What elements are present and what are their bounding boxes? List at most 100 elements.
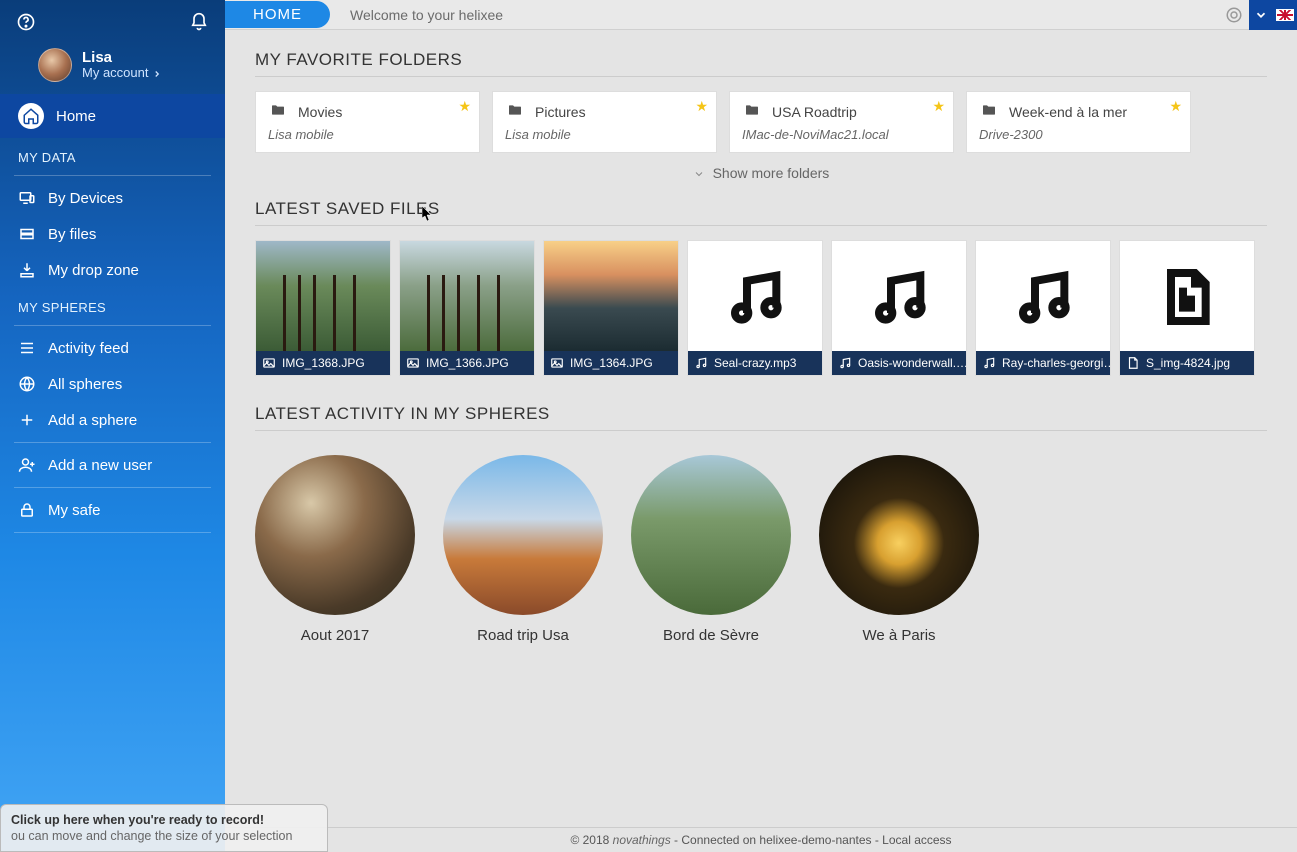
image-icon	[406, 356, 420, 370]
image-icon	[550, 356, 564, 370]
sphere-item[interactable]: Road trip Usa	[443, 455, 603, 644]
list-icon	[18, 339, 36, 357]
footer-brand: novathings	[613, 833, 671, 847]
section-spheres-label: MY SPHERES	[0, 288, 225, 321]
nav-files-label: By files	[48, 226, 96, 243]
folder-name: Movies	[298, 104, 342, 120]
lock-icon	[18, 501, 36, 519]
folder-source: Drive-2300	[979, 127, 1178, 142]
folder-icon	[268, 102, 288, 121]
star-icon: ★	[932, 98, 945, 115]
avatar	[38, 48, 72, 82]
file-name: IMG_1368.JPG	[282, 356, 365, 370]
sidebar: Lisa My account Home MY DATA By Devices …	[0, 0, 225, 852]
nav-dropzone[interactable]: My drop zone	[0, 252, 225, 288]
sphere-thumb	[631, 455, 791, 615]
folder-card[interactable]: ★ Week-end à la mer Drive-2300	[966, 91, 1191, 153]
music-small-icon	[838, 356, 852, 370]
divider	[255, 76, 1267, 77]
divider	[14, 325, 211, 326]
file-card[interactable]: Oasis-wonderwall.…	[831, 240, 967, 376]
show-more-folders[interactable]: Show more folders	[255, 153, 1267, 199]
nav-adduser[interactable]: Add a new user	[0, 447, 225, 483]
file-name: IMG_1366.JPG	[426, 356, 509, 370]
music-icon	[976, 241, 1110, 353]
nav-addsphere[interactable]: Add a sphere	[0, 402, 225, 438]
nav-safe-label: My safe	[48, 502, 101, 519]
folder-card[interactable]: ★ Movies Lisa mobile	[255, 91, 480, 153]
nav-activity-label: Activity feed	[48, 340, 129, 357]
nav-devices-label: By Devices	[48, 190, 123, 207]
divider	[14, 532, 211, 533]
file-card[interactable]: IMG_1364.JPG	[543, 240, 679, 376]
sphere-item[interactable]: Aout 2017	[255, 455, 415, 644]
dropzone-icon	[18, 261, 36, 279]
image-icon	[262, 356, 276, 370]
doc-small-icon	[1126, 356, 1140, 370]
account-link[interactable]: My account	[82, 66, 162, 81]
globe-icon	[18, 375, 36, 393]
file-name: Seal-crazy.mp3	[714, 356, 796, 370]
sphere-item[interactable]: Bord de Sèvre	[631, 455, 791, 644]
devices-icon	[18, 189, 36, 207]
help-icon[interactable]	[14, 10, 38, 34]
tip-line2: ou can move and change the size of your …	[11, 829, 317, 843]
footer-copyright: © 2018	[570, 833, 609, 847]
tab-home[interactable]: HOME	[225, 1, 330, 28]
file-card[interactable]: IMG_1368.JPG	[255, 240, 391, 376]
file-name: Oasis-wonderwall.…	[858, 356, 966, 370]
folder-icon	[742, 102, 762, 121]
welcome-text: Welcome to your helixee	[330, 7, 1219, 23]
file-card[interactable]: Ray-charles-georgi…	[975, 240, 1111, 376]
folder-card[interactable]: ★ USA Roadtrip IMac-de-NoviMac21.local	[729, 91, 954, 153]
language-flag[interactable]	[1273, 0, 1297, 30]
star-icon: ★	[695, 98, 708, 115]
nav-allspheres[interactable]: All spheres	[0, 366, 225, 402]
sphere-thumb	[255, 455, 415, 615]
files-row: IMG_1368.JPG IMG_1366.JPG IMG_1364.JPG S…	[255, 240, 1267, 376]
cursor-icon	[422, 206, 434, 225]
nav-devices[interactable]: By Devices	[0, 180, 225, 216]
nav-files[interactable]: By files	[0, 216, 225, 252]
divider	[255, 430, 1267, 431]
divider	[14, 175, 211, 176]
music-icon	[832, 241, 966, 353]
user-plus-icon	[18, 456, 36, 474]
music-small-icon	[982, 356, 996, 370]
file-name: IMG_1364.JPG	[570, 356, 653, 370]
footer: © 2018 novathings - Connected on helixee…	[225, 827, 1297, 852]
footer-status: - Connected on helixee-demo-nantes - Loc…	[674, 833, 952, 847]
sphere-title: Bord de Sèvre	[631, 627, 791, 644]
file-name: S_img-4824.jpg	[1146, 356, 1230, 370]
file-card[interactable]: IMG_1366.JPG	[399, 240, 535, 376]
folder-name: Pictures	[535, 104, 586, 120]
spheres-row: Aout 2017 Road trip Usa Bord de Sèvre We…	[255, 445, 1267, 644]
file-card[interactable]: S_img-4824.jpg	[1119, 240, 1255, 376]
file-card[interactable]: Seal-crazy.mp3	[687, 240, 823, 376]
chevron-down-icon[interactable]	[1249, 0, 1273, 30]
sync-icon[interactable]	[1219, 0, 1249, 30]
recording-tip-overlay: Click up here when you're ready to recor…	[0, 804, 328, 852]
section-mydata-label: MY DATA	[0, 138, 225, 171]
nav-home[interactable]: Home	[0, 94, 225, 138]
files-icon	[18, 225, 36, 243]
profile-link[interactable]: Lisa My account	[0, 42, 225, 94]
image-thumb	[544, 241, 678, 353]
sphere-item[interactable]: We à Paris	[819, 455, 979, 644]
folder-card[interactable]: ★ Pictures Lisa mobile	[492, 91, 717, 153]
divider	[255, 225, 1267, 226]
nav-safe[interactable]: My safe	[0, 492, 225, 528]
nav-adduser-label: Add a new user	[48, 457, 152, 474]
favorites-row: ★ Movies Lisa mobile ★ Pictures Lisa mob…	[255, 91, 1267, 153]
bell-icon[interactable]	[187, 10, 211, 34]
sphere-title: Aout 2017	[255, 627, 415, 644]
home-icon	[22, 107, 40, 125]
sphere-title: Road trip Usa	[443, 627, 603, 644]
nav-activity[interactable]: Activity feed	[0, 330, 225, 366]
doc-icon	[1120, 241, 1254, 353]
header: HOME Welcome to your helixee	[225, 0, 1297, 30]
plus-icon	[18, 411, 36, 429]
nav-addsphere-label: Add a sphere	[48, 412, 137, 429]
star-icon: ★	[1169, 98, 1182, 115]
music-icon	[688, 241, 822, 353]
